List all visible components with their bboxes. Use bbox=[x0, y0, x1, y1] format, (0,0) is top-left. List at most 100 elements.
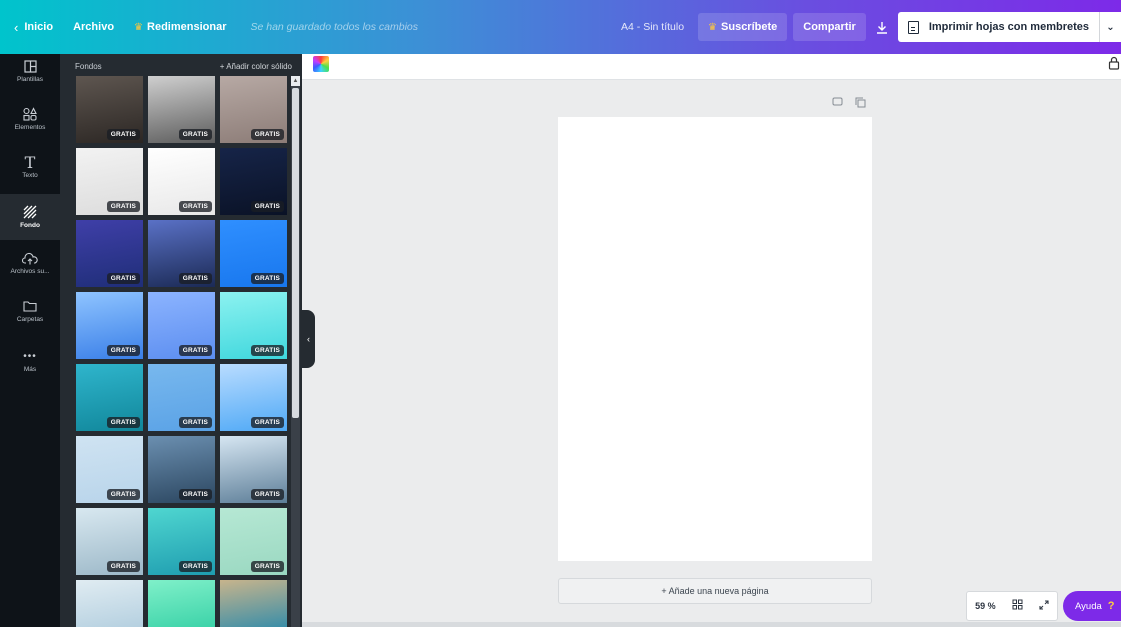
cloud-upload-icon bbox=[22, 248, 38, 268]
lock-icon[interactable] bbox=[1108, 56, 1121, 70]
print-options-button[interactable]: ⌄ bbox=[1099, 12, 1121, 42]
chevron-left-icon: ‹ bbox=[307, 334, 310, 344]
panel-title: Fondos bbox=[75, 61, 102, 71]
free-badge: GRATIS bbox=[250, 129, 284, 140]
rail-label: Fondo bbox=[20, 222, 40, 229]
background-thumbnail-sea-water[interactable]: GRATIS bbox=[76, 364, 143, 431]
background-thumbnail-foggy-lake[interactable]: GRATIS bbox=[76, 508, 143, 575]
panel-header: Fondos + Añadir color sólido bbox=[75, 58, 292, 74]
download-button[interactable] bbox=[870, 13, 894, 41]
background-thumbnail-dark-gradient[interactable]: GRATIS bbox=[76, 76, 143, 143]
background-thumbnail-blue-hexagons[interactable]: GRATIS bbox=[220, 220, 287, 287]
free-badge: GRATIS bbox=[178, 129, 212, 140]
shapes-icon bbox=[23, 104, 37, 124]
collapse-panel-button[interactable]: ‹ bbox=[302, 310, 315, 368]
print-button[interactable]: Imprimir hojas con membretes bbox=[897, 12, 1099, 42]
background-thumbnail-marble[interactable]: GRATIS bbox=[76, 148, 143, 215]
rail-item-background[interactable]: Fondo bbox=[0, 194, 60, 240]
help-button[interactable]: Ayuda ? bbox=[1063, 591, 1121, 621]
more-icon: ••• bbox=[23, 350, 37, 362]
background-thumbnail-night-sky-mountains[interactable]: GRATIS bbox=[148, 220, 215, 287]
add-page-button[interactable]: + Añade una nueva página bbox=[558, 578, 872, 604]
rail-item-uploads[interactable]: Archivos su... bbox=[0, 248, 60, 292]
editor-toolbar bbox=[302, 54, 1121, 80]
subscribe-label: Suscríbete bbox=[721, 21, 778, 33]
free-badge: GRATIS bbox=[250, 345, 284, 356]
home-label: Inicio bbox=[24, 21, 54, 33]
grid-view-icon[interactable] bbox=[1012, 599, 1023, 613]
share-button[interactable]: Compartir bbox=[793, 13, 866, 41]
page-actions bbox=[832, 97, 866, 111]
background-thumbnail-raindrops-glass[interactable]: GRATIS bbox=[148, 436, 215, 503]
comment-icon[interactable] bbox=[832, 97, 843, 111]
rail-item-folders[interactable]: Carpetas bbox=[0, 296, 60, 340]
free-badge: GRATIS bbox=[178, 417, 212, 428]
free-badge: GRATIS bbox=[106, 417, 140, 428]
rail-label: Archivos su... bbox=[10, 268, 50, 275]
free-badge: GRATIS bbox=[106, 201, 140, 212]
free-badge: GRATIS bbox=[178, 561, 212, 572]
rail-label: Texto bbox=[22, 172, 38, 179]
free-badge: GRATIS bbox=[250, 489, 284, 500]
rail-label: Plantillas bbox=[16, 76, 43, 83]
background-thumbnail-sky-blue-gradient[interactable]: GRATIS bbox=[76, 292, 143, 359]
folder-icon bbox=[23, 296, 37, 316]
text-icon: T bbox=[24, 152, 36, 172]
rail-item-elements[interactable]: Elementos bbox=[0, 104, 60, 148]
add-solid-color-button[interactable]: + Añadir color sólido bbox=[220, 62, 292, 71]
rail-item-text[interactable]: T Texto bbox=[0, 152, 60, 196]
top-bar: ‹ Inicio Archivo ♛ Redimensionar Se han … bbox=[0, 0, 1121, 54]
background-thumbnail-wood-planks[interactable]: GRATIS bbox=[220, 76, 287, 143]
panel-scrollbar-thumb[interactable] bbox=[292, 88, 299, 418]
duplicate-page-icon[interactable] bbox=[855, 97, 866, 111]
background-icon bbox=[23, 202, 37, 222]
subscribe-button[interactable]: ♛ Suscríbete bbox=[698, 13, 788, 41]
resize-button[interactable]: ♛ Redimensionar bbox=[124, 11, 236, 43]
background-thumbnail-transparent-grid[interactable]: GRATIS bbox=[148, 148, 215, 215]
document-title[interactable]: A4 - Sin título bbox=[611, 11, 698, 43]
background-thumbnail-smoke[interactable]: GRATIS bbox=[148, 76, 215, 143]
background-thumbnail-blue-dandelion[interactable]: GRATIS bbox=[148, 292, 215, 359]
free-badge: GRATIS bbox=[106, 561, 140, 572]
background-thumbnail-aqua-gradient[interactable]: GRATIS bbox=[220, 292, 287, 359]
rail-label: Elementos bbox=[14, 124, 46, 131]
free-badge: GRATIS bbox=[178, 345, 212, 356]
help-label: Ayuda bbox=[1075, 600, 1102, 612]
background-color-picker[interactable] bbox=[313, 56, 329, 72]
background-thumbnail-starry-night[interactable]: GRATIS bbox=[220, 148, 287, 215]
background-thumbnail-light-blue-gradient[interactable]: GRATIS bbox=[220, 364, 287, 431]
background-thumbnail-mint-gradient[interactable] bbox=[148, 580, 215, 627]
free-badge: GRATIS bbox=[250, 201, 284, 212]
print-label: Imprimir hojas con membretes bbox=[928, 21, 1089, 33]
file-menu-button[interactable]: Archivo bbox=[63, 11, 124, 43]
document-icon bbox=[907, 20, 919, 34]
chevron-left-icon: ‹ bbox=[14, 19, 19, 35]
free-badge: GRATIS bbox=[178, 489, 212, 500]
save-status: Se han guardado todos los cambios bbox=[250, 21, 419, 33]
background-thumbnail-turquoise-water[interactable]: GRATIS bbox=[148, 508, 215, 575]
free-badge: GRATIS bbox=[106, 489, 140, 500]
background-thumbnail-beach-waves[interactable] bbox=[76, 580, 143, 627]
zoom-controls: 59 % bbox=[966, 591, 1058, 621]
crown-icon: ♛ bbox=[134, 21, 144, 33]
background-thumbnail-blue-purple-gradient[interactable]: GRATIS bbox=[76, 220, 143, 287]
zoom-level[interactable]: 59 % bbox=[975, 601, 996, 611]
canvas-horizontal-scrollbar[interactable] bbox=[302, 622, 1121, 627]
rail-item-templates[interactable]: Plantillas bbox=[0, 56, 60, 100]
background-thumbnail-pale-pattern[interactable]: GRATIS bbox=[76, 436, 143, 503]
fullscreen-icon[interactable] bbox=[1039, 599, 1049, 613]
home-button[interactable]: ‹ Inicio bbox=[0, 11, 63, 43]
scroll-up-icon[interactable]: ▲ bbox=[291, 76, 300, 86]
background-thumbnail-misty-mountains[interactable]: GRATIS bbox=[220, 436, 287, 503]
background-thumbnail-blue-diamond-pattern[interactable]: GRATIS bbox=[148, 364, 215, 431]
rail-item-more[interactable]: ••• Más bbox=[0, 346, 60, 386]
rail-label: Carpetas bbox=[16, 316, 44, 323]
free-badge: GRATIS bbox=[178, 201, 212, 212]
background-thumbnail-aerial-beach[interactable] bbox=[220, 580, 287, 627]
design-page[interactable] bbox=[558, 117, 872, 561]
background-thumbnail-mint-pattern[interactable]: GRATIS bbox=[220, 508, 287, 575]
free-badge: GRATIS bbox=[106, 129, 140, 140]
template-icon bbox=[23, 56, 37, 76]
free-badge: GRATIS bbox=[106, 345, 140, 356]
chevron-down-icon: ⌄ bbox=[1106, 21, 1115, 33]
